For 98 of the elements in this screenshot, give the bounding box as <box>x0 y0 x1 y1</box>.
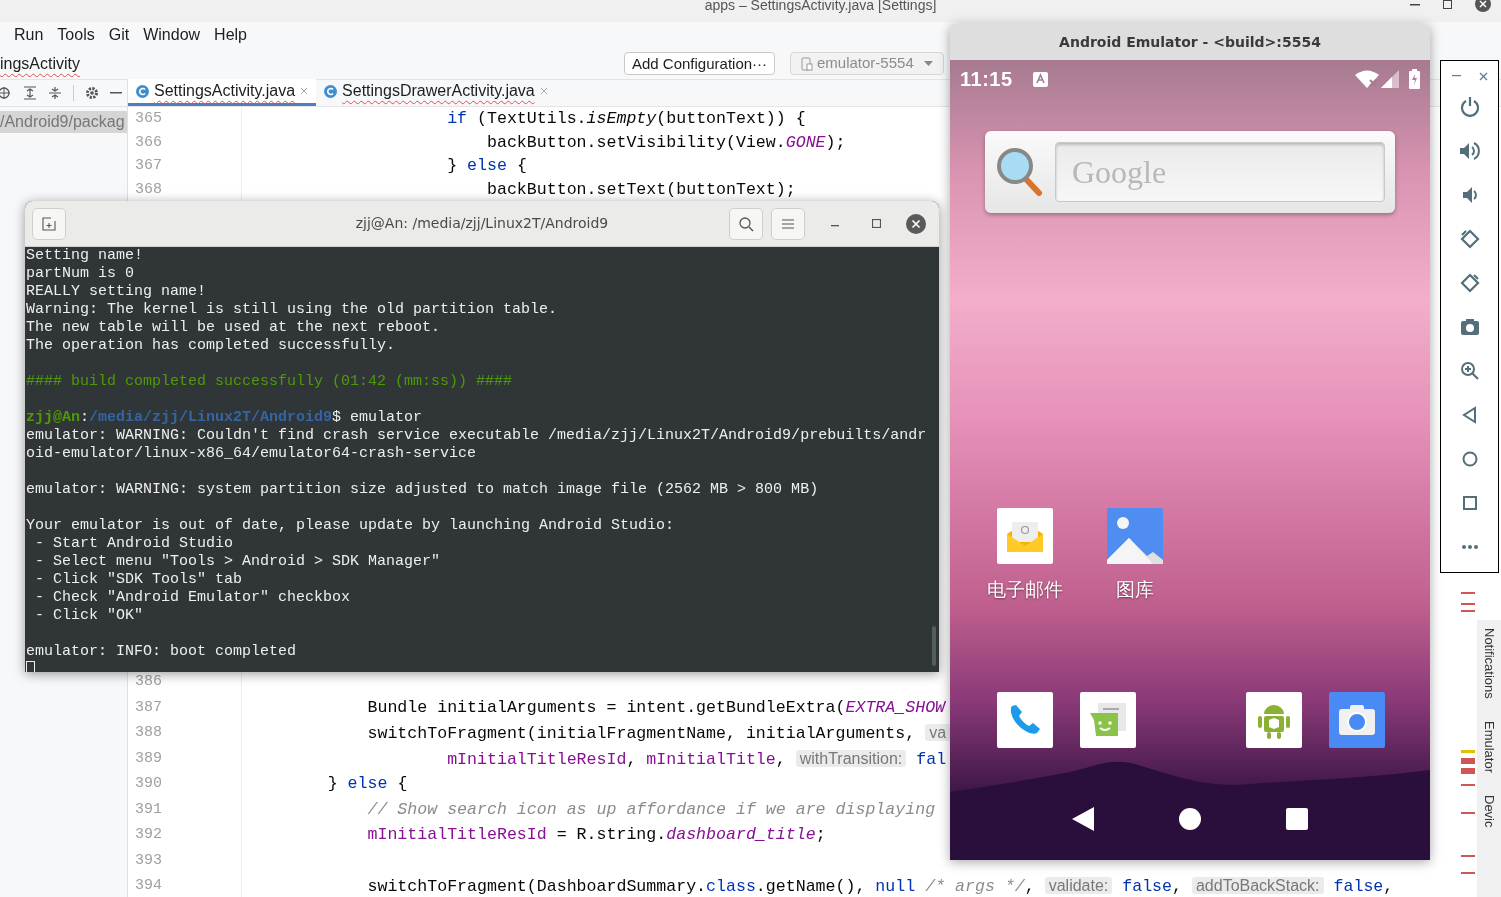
line-number: 389 <box>134 748 162 769</box>
code-line: backButton.setText(buttonText); <box>486 178 796 201</box>
battery-icon <box>1409 69 1420 89</box>
breadcrumb[interactable]: ingsActivity <box>0 51 81 76</box>
tool-window-tab[interactable]: Notifications <box>1479 628 1499 699</box>
terminal-line: emulator: INFO: boot completed <box>26 643 298 661</box>
terminal-line: Setting name! <box>26 247 145 265</box>
expand-all-icon[interactable] <box>23 86 37 100</box>
close-icon[interactable] <box>906 214 926 234</box>
editor-tab[interactable]: SettingsDrawerActivity.java <box>316 79 556 106</box>
power-icon[interactable] <box>1459 97 1480 117</box>
terminal-line: emulator: WARNING: Couldn't find crash service executable /media/zjj/Linux2T/Android9/prebuilts/andr <box>26 427 928 445</box>
collapse-all-icon[interactable] <box>48 86 62 100</box>
zoom-icon[interactable] <box>1459 361 1480 381</box>
code-line: } else { <box>326 773 408 795</box>
line-number: 365 <box>134 109 162 129</box>
line-number: 387 <box>134 697 162 718</box>
terminal-line: partNum is 0 <box>26 265 136 283</box>
line-number: 366 <box>134 132 162 153</box>
line-number: 392 <box>134 825 162 845</box>
line-number: 393 <box>134 850 162 871</box>
maximize-icon[interactable] <box>1443 0 1452 9</box>
code-line: // Show search icon as up affordance if we are displaying <box>366 798 936 821</box>
terminal-line: - Click "OK" <box>34 607 145 625</box>
terminal-line: emulator: WARNING: system partition size adjusted to match image file (2562 MB > 800 MB) <box>26 481 820 499</box>
search-icon <box>738 216 754 232</box>
tool-window-tab[interactable]: Devic <box>1479 794 1499 828</box>
terminal-line: Warning: The kernel is still using the old partition table. <box>26 301 559 319</box>
wifi-icon <box>1355 70 1379 88</box>
menu-item[interactable]: Window <box>143 23 201 47</box>
crosshair-icon[interactable] <box>0 86 12 100</box>
signal-icon <box>1381 70 1399 88</box>
line-number: 391 <box>134 799 162 820</box>
line-number: 390 <box>134 774 162 794</box>
magnifier-icon <box>995 146 1045 198</box>
minimize-icon[interactable] <box>831 225 839 227</box>
status-time: 11:15 <box>960 67 1013 92</box>
menu-icon <box>782 219 794 229</box>
keyboard-icon <box>1032 71 1048 87</box>
app-label: 电子邮件 <box>987 580 1063 600</box>
menu-item[interactable]: Tools <box>57 23 95 47</box>
code-line: if (TextUtils.isEmpty(buttonText)) { <box>446 108 806 130</box>
code-line: } else { <box>446 155 527 177</box>
line-number: 386 <box>134 672 162 692</box>
minimize-icon[interactable] <box>1410 4 1420 6</box>
scrollbar[interactable] <box>932 626 936 666</box>
code-line: mInitialTitleResId, mInitialTitle, withTransition: fal <box>446 748 947 771</box>
line-number: 394 <box>134 876 162 896</box>
terminal-line: - Check "Android Emulator" checkbox <box>34 589 352 607</box>
settings-icon[interactable] <box>85 86 99 100</box>
menu-item[interactable]: Git <box>108 23 130 47</box>
device-name: emulator-5554 <box>817 53 914 74</box>
gallery-app-icon[interactable] <box>1107 508 1163 564</box>
camera-icon[interactable] <box>1459 317 1480 337</box>
terminal-line: The new table will be used at the next reboot. <box>26 319 442 337</box>
terminal-line: The operation has completed successfully. <box>26 337 397 355</box>
window-title: Android Emulator - <build>:5554 <box>1059 32 1321 52</box>
rotate-left-icon[interactable] <box>1459 229 1480 249</box>
search-button[interactable] <box>729 208 763 240</box>
window-title: apps – SettingsActivity.java [Settings] <box>704 0 937 12</box>
code-line: mInitialTitleResId = R.string.dashboard_title; <box>366 824 826 846</box>
window-title: zjj@An: /media/zjj/Linux2T/Android9 <box>355 214 609 233</box>
terminal-line: Your emulator is out of date, please update by launching Android Studio: <box>26 517 676 535</box>
code-line: switchToFragment(DashboardSummary.class.getName(), null /* args */, validate: false, addToBackStack: false, <box>366 876 1394 897</box>
terminal-line: zjj@An:/media/zjj/Linux2T/Android9$ emulator <box>26 409 424 427</box>
app-label: 图库 <box>1116 580 1154 600</box>
class-file-icon <box>136 84 149 98</box>
class-file-icon <box>324 84 338 98</box>
close-icon[interactable] <box>1478 71 1488 81</box>
terminal-line: REALLY setting name! <box>26 283 208 301</box>
editor-tab[interactable]: SettingsActivity.java <box>128 79 317 106</box>
menu-item[interactable]: Run <box>14 23 44 47</box>
code-line: switchToFragment(initialFragmentName, initialArguments, va <box>248 720 951 746</box>
terminal-line: oid-emulator/linux-x86_64/emulator64-crash-service <box>26 445 478 463</box>
terminal-line: - Click "SDK Tools" tab <box>34 571 244 589</box>
rotate-right-icon[interactable] <box>1459 273 1480 293</box>
phone-app-icon[interactable] <box>997 692 1053 748</box>
camera-app-icon[interactable] <box>1329 692 1385 748</box>
terminal-line: - Select menu "Tools > Android > SDK Manager" <box>34 553 442 571</box>
menu-item[interactable]: Help <box>214 23 247 47</box>
terminal-line: #### build completed successfully (01:42 (mm:ss)) #### <box>26 373 514 391</box>
line-number: 367 <box>134 156 162 176</box>
code-line: backButton.setVisibility(View.GONE); <box>486 131 846 154</box>
back-icon[interactable] <box>1072 807 1094 831</box>
add-configuration-button[interactable]: Add Configuration··· <box>624 52 776 75</box>
phone-icon <box>801 56 813 71</box>
maximize-icon[interactable] <box>872 219 881 228</box>
line-number: 388 <box>134 723 162 743</box>
caret-icon <box>924 60 933 67</box>
close-icon[interactable] <box>1475 0 1491 12</box>
home-icon[interactable] <box>1179 808 1201 830</box>
code-line: Bundle initialArguments = intent.getBundleExtra(EXTRA_SHOW <box>366 696 946 719</box>
terminal-line: - Start Android Studio <box>34 535 235 553</box>
new-tab-icon <box>42 217 56 231</box>
tool-window-tab[interactable]: Emulator <box>1479 720 1499 773</box>
volume-up-icon[interactable] <box>1459 141 1480 161</box>
line-number: 368 <box>134 179 162 200</box>
minimize-icon[interactable] <box>1451 75 1461 77</box>
